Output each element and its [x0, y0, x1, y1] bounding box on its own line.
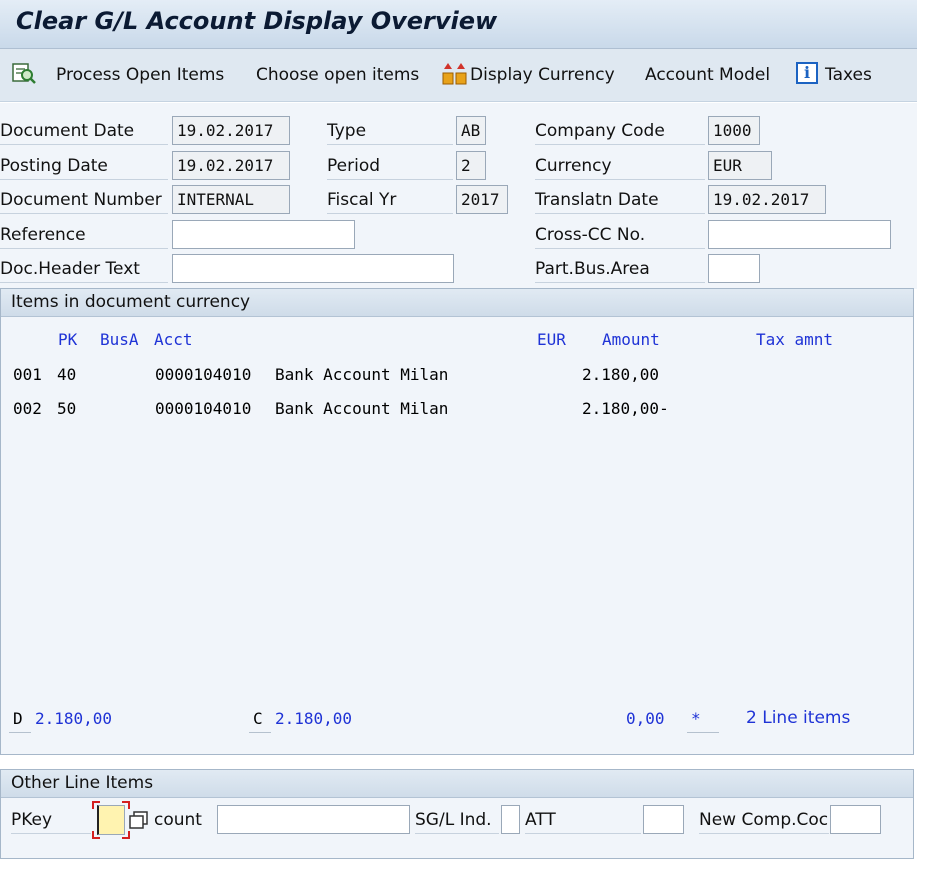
- column-header-currency: EUR: [537, 330, 566, 349]
- currency-label: Currency: [535, 152, 705, 180]
- pkey-focus-corner-tl: [92, 801, 100, 809]
- posting-date-field: 19.02.2017: [172, 151, 290, 180]
- att-input[interactable]: [643, 805, 684, 834]
- pkey-value-help-icon[interactable]: [129, 811, 149, 834]
- taxes-button[interactable]: Taxes: [825, 65, 872, 85]
- document-header: Document Date Posting Date Document Numb…: [0, 103, 917, 289]
- new-comp-code-label: New Comp.Coc: [699, 806, 829, 834]
- row-line-number: 002: [13, 399, 42, 418]
- new-comp-code-input[interactable]: [830, 805, 881, 834]
- account-model-button[interactable]: Account Model: [645, 65, 770, 85]
- document-date-label: Document Date: [0, 117, 168, 145]
- display-currency-button[interactable]: Display Currency: [470, 65, 615, 85]
- info-icon[interactable]: i: [796, 62, 818, 84]
- row-posting-key: 50: [57, 399, 77, 418]
- items-panel: Items in document currency PK BusA Acct …: [0, 288, 914, 755]
- row-account-name: Bank Account Milan: [275, 365, 449, 384]
- pkey-focus-corner-bl: [92, 831, 100, 839]
- cross-cc-no-input[interactable]: [708, 220, 891, 249]
- row-amount: 2.180,00: [582, 365, 660, 384]
- credit-total: 2.180,00: [275, 709, 353, 728]
- doc-header-text-label: Doc.Header Text: [0, 255, 168, 283]
- part-bus-area-input[interactable]: [708, 254, 760, 283]
- doc-header-text-input[interactable]: [172, 254, 454, 283]
- account-input[interactable]: [217, 805, 410, 834]
- type-label: Type: [327, 117, 453, 145]
- posting-date-label: Posting Date: [0, 152, 168, 180]
- row-account: 0000104010: [155, 399, 252, 418]
- sgl-ind-input[interactable]: [501, 805, 520, 834]
- row-posting-key: 40: [57, 365, 77, 384]
- company-code-field: 1000: [708, 116, 760, 145]
- page-title: Clear G/L Account Display Overview: [16, 7, 498, 35]
- choose-open-items-button[interactable]: Choose open items: [256, 65, 419, 85]
- process-open-items-icon[interactable]: [12, 62, 38, 91]
- items-panel-title: Items in document currency: [1, 289, 913, 317]
- period-field: 2: [456, 151, 486, 180]
- line-items-count: 2 Line items: [746, 708, 851, 728]
- balance-marker: *: [691, 709, 701, 728]
- part-bus-area-label: Part.Bus.Area: [535, 255, 705, 283]
- type-field: AB: [456, 116, 486, 145]
- column-header-tax-amnt: Tax amnt: [756, 330, 834, 349]
- period-label: Period: [327, 152, 453, 180]
- debit-total: 2.180,00: [35, 709, 113, 728]
- reference-label: Reference: [0, 221, 168, 249]
- display-currency-icon[interactable]: [441, 61, 469, 92]
- document-date-field: 19.02.2017: [172, 116, 290, 145]
- title-bar: Clear G/L Account Display Overview: [0, 0, 917, 49]
- row-account-name: Bank Account Milan: [275, 399, 449, 418]
- other-line-items-title: Other Line Items: [1, 770, 913, 798]
- pkey-input[interactable]: [97, 805, 125, 835]
- cross-cc-no-label: Cross-CC No.: [535, 221, 705, 249]
- info-glyph: i: [803, 63, 811, 82]
- account-label: count: [154, 810, 202, 830]
- table-row[interactable]: 001 40 0000104010 Bank Account Milan 2.1…: [1, 359, 901, 391]
- company-code-label: Company Code: [535, 117, 705, 145]
- reference-input[interactable]: [172, 220, 355, 249]
- row-account: 0000104010: [155, 365, 252, 384]
- sgl-ind-label: SG/L Ind.: [415, 806, 499, 834]
- process-open-items-button[interactable]: Process Open Items: [56, 65, 224, 85]
- table-row[interactable]: 002 50 0000104010 Bank Account Milan 2.1…: [1, 393, 901, 425]
- pkey-label: PKey: [11, 806, 91, 834]
- translatn-date-field: 19.02.2017: [708, 185, 826, 214]
- row-amount: 2.180,00-: [582, 399, 669, 418]
- fiscal-yr-label: Fiscal Yr: [327, 186, 453, 214]
- row-line-number: 001: [13, 365, 42, 384]
- translatn-date-label: Translatn Date: [535, 186, 705, 214]
- debit-label: D: [13, 709, 23, 728]
- column-header-busa: BusA: [100, 330, 139, 349]
- fiscal-yr-field: 2017: [456, 185, 508, 214]
- currency-field: EUR: [708, 151, 772, 180]
- balance-total: 0,00: [626, 709, 665, 728]
- document-number-field: INTERNAL: [172, 185, 290, 214]
- document-number-label: Document Number: [0, 186, 168, 214]
- column-header-amount: Amount: [602, 330, 660, 349]
- att-label: ATT: [525, 806, 641, 834]
- other-line-items-panel: Other Line Items PKey count SG/L Ind. AT…: [0, 769, 914, 859]
- column-header-pk: PK: [58, 330, 78, 349]
- credit-label: C: [253, 709, 263, 728]
- column-header-acct: Acct: [154, 330, 193, 349]
- pkey-focus-corner-tr: [122, 801, 130, 809]
- application-toolbar: Process Open Items Choose open items Dis…: [0, 49, 917, 102]
